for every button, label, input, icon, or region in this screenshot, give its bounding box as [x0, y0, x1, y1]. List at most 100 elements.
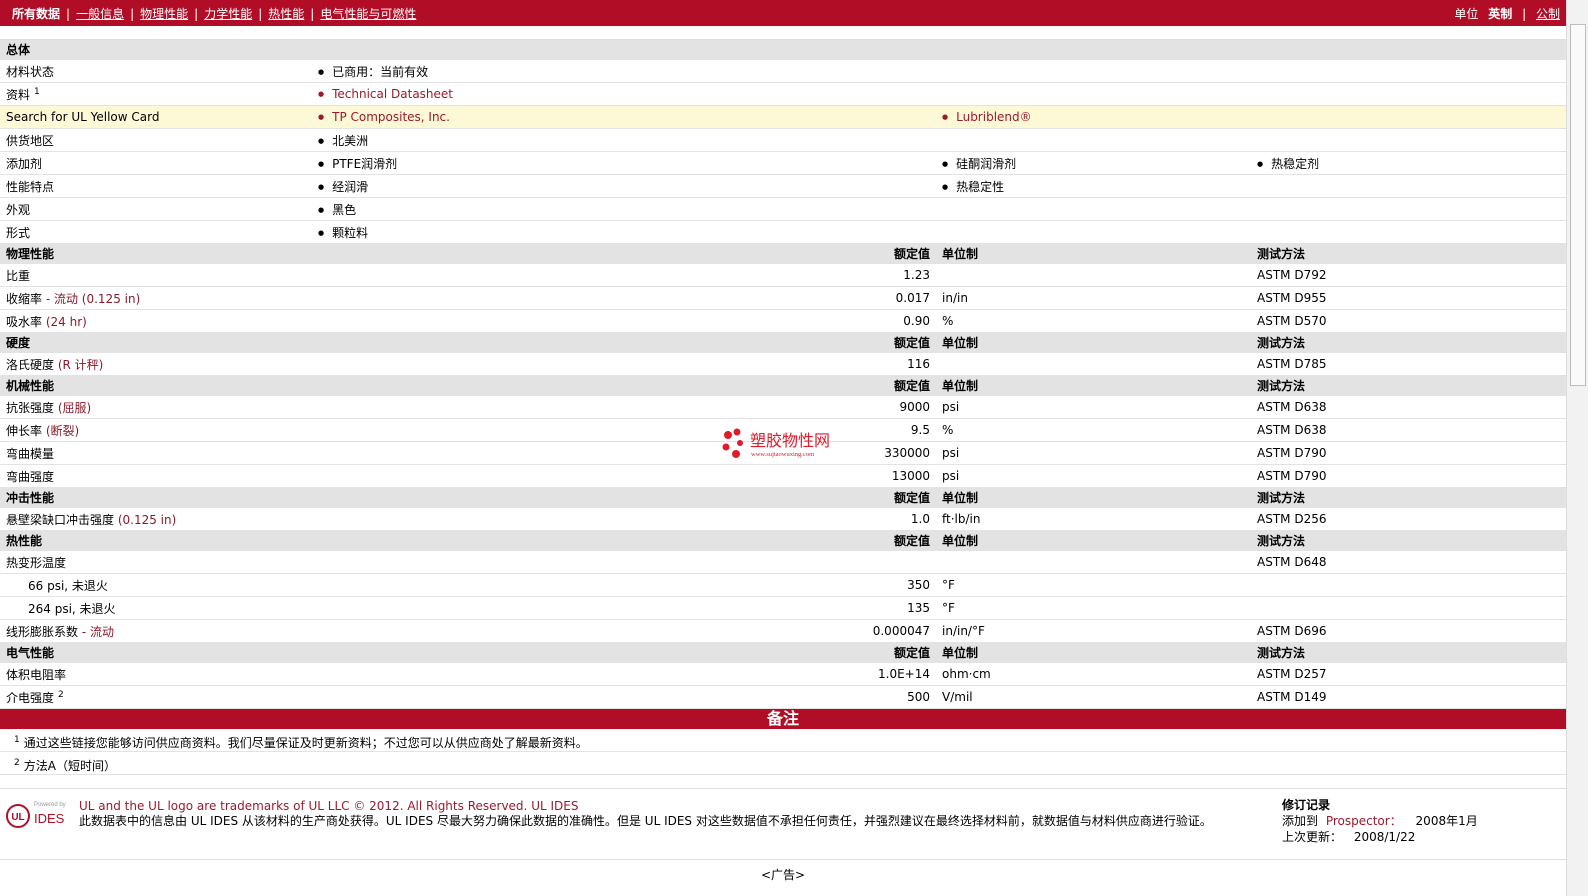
property-value: 116 [728, 352, 936, 376]
nav-separator: | [130, 6, 135, 21]
property-name: 悬壁梁缺口冲击强度 [6, 512, 115, 527]
property-method: ASTM D149 [1251, 685, 1567, 709]
datasheet-table: 总体材料状态 已商用：当前有效资料1 Technical Datasheet Sear… [0, 40, 1567, 709]
revision-title: 修订记录 [1282, 798, 1331, 812]
disclaimer-text: 此数据表中的信息由 UL IDES 从该材料的生产商处获得。UL IDES 尽最… [79, 814, 1212, 828]
general-label: 添加剂 [0, 151, 312, 175]
svg-text:塑胶物性网: 塑胶物性网 [750, 431, 830, 450]
general-row: 形式 颗粒料 [0, 220, 1567, 244]
property-name: 弯曲模量 [6, 446, 55, 461]
tab-4[interactable]: 热性能 [268, 7, 304, 21]
general-value-cell [1251, 128, 1567, 152]
general-value-cell: 颗粒料 [312, 220, 936, 244]
general-value-cell: TP Composites, Inc. [312, 105, 936, 129]
general-value-cell: 已商用：当前有效 [312, 59, 936, 83]
property-method [1251, 573, 1567, 597]
property-name: 弯曲强度 [6, 469, 55, 484]
ad-label: <广告> [760, 868, 806, 882]
section-title: 电气性能 [0, 642, 728, 663]
property-row: 收缩率 - 流动 (0.125 in) 0.017 in/in ASTM D955 [0, 286, 1567, 310]
tab-5[interactable]: 电气性能与可燃性 [320, 7, 416, 21]
section-title: 热性能 [0, 530, 728, 551]
label-text: 形式 [6, 225, 31, 240]
unit-metric-link[interactable]: 公制 [1536, 7, 1560, 21]
prospector-link[interactable]: Prospector： [1326, 814, 1402, 828]
value-link[interactable]: Lubriblend® [942, 110, 1032, 124]
property-value: 13000 [728, 464, 936, 488]
general-value-cell: PTFE润滑剂 [312, 151, 936, 175]
property-method: ASTM D696 [1251, 619, 1567, 643]
property-label: 体积电阻率 [0, 662, 728, 686]
general-row: 添加剂 PTFE润滑剂 硅酮润滑剂 热稳定剂 [0, 151, 1567, 175]
tab-3[interactable]: 力学性能 [204, 7, 252, 21]
property-label: 比重 [0, 263, 728, 287]
property-method: ASTM D790 [1251, 464, 1567, 488]
property-method: ASTM D638 [1251, 395, 1567, 419]
ul-ides-link[interactable]: UL IDES [531, 799, 578, 813]
general-value-cell [936, 59, 1251, 83]
col-value-header: 额定值 [728, 487, 936, 508]
section-title: 物理性能 [0, 243, 728, 264]
property-label: 吸水率 (24 hr) [0, 309, 728, 333]
general-value-cell [936, 128, 1251, 152]
property-name: 264 psi, 未退火 [28, 601, 116, 616]
tab-0[interactable]: 所有数据 [12, 7, 60, 21]
general-value-cell: Lubriblend® [936, 105, 1251, 129]
note-number: 1 [14, 735, 20, 745]
property-condition: - 流动 [78, 624, 114, 639]
property-unit: in/in/°F [936, 619, 1251, 643]
tab-1[interactable]: 一般信息 [76, 7, 124, 21]
footnote-ref: 2 [58, 689, 64, 700]
property-label: 抗张强度 (屈服) [0, 395, 728, 419]
property-label: 264 psi, 未退火 [0, 596, 728, 620]
property-unit [936, 550, 1251, 574]
section-header: 电气性能 额定值 单位制 测试方法 [0, 642, 1567, 663]
label-text: 材料状态 [6, 64, 55, 79]
property-unit: ft·lb/in [936, 507, 1251, 531]
general-value-cell [1251, 220, 1567, 244]
property-row: 比重 1.23 ASTM D792 [0, 263, 1567, 287]
general-value-cell [1251, 197, 1567, 221]
copyright-text: UL and the UL logo are trademarks of UL … [79, 799, 528, 813]
svg-text:UL: UL [11, 812, 24, 823]
general-value-cell: Technical Datasheet [312, 82, 936, 106]
label-text: 供货地区 [6, 133, 55, 148]
value-link[interactable]: TP Composites, Inc. [318, 110, 450, 124]
section-title: 总体 [0, 40, 1567, 60]
tab-2[interactable]: 物理性能 [140, 7, 188, 21]
property-condition: (屈服) [54, 400, 92, 415]
value-link[interactable]: Technical Datasheet [318, 87, 453, 101]
property-method: ASTM D257 [1251, 662, 1567, 686]
note-item: 1 通过这些链接您能够访问供应商资料。我们尽量保证及时更新资料；不过您可以从供应商… [0, 729, 1566, 752]
col-unit-header: 单位制 [936, 530, 1251, 551]
property-method: ASTM D256 [1251, 507, 1567, 531]
label-text: 资料 [6, 87, 31, 102]
property-condition: (断裂) [42, 423, 80, 438]
general-label: 材料状态 [0, 59, 312, 83]
property-name: 洛氏硬度 [6, 357, 55, 372]
property-value: 0.90 [728, 309, 936, 333]
property-row: 吸水率 (24 hr) 0.90% ASTM D570 [0, 309, 1567, 333]
property-unit: % [936, 418, 1251, 442]
property-row: 抗张强度 (屈服) 9000 psi ASTM D638 [0, 395, 1567, 419]
section-header: 冲击性能 额定值 单位制 测试方法 [0, 487, 1567, 508]
added-date: 2008年1月 [1415, 814, 1478, 828]
scrollbar-thumb[interactable] [1570, 24, 1586, 386]
section-title: 硬度 [0, 332, 728, 353]
general-value-cell [1251, 82, 1567, 106]
property-label: 洛氏硬度 (R 计秤) [0, 352, 728, 376]
property-name: 线形膨胀系数 [6, 624, 79, 639]
property-unit: psi [936, 441, 1251, 465]
property-name: 吸水率 [6, 314, 43, 329]
property-value [728, 550, 936, 574]
watermark: 塑胶物性网 www.sujiaowuxing.com [722, 428, 830, 458]
property-value: 1.0 [728, 507, 936, 531]
general-label: 外观 [0, 197, 312, 221]
property-row: 线形膨胀系数 - 流动 0.000047 in/in/°F ASTM D696 [0, 619, 1567, 643]
property-row: 264 psi, 未退火 135 °F [0, 596, 1567, 620]
property-method: ASTM D570 [1251, 309, 1567, 333]
unit-imperial[interactable]: 英制 [1488, 7, 1512, 21]
general-label: Search for UL Yellow Card [0, 105, 312, 129]
property-name: 收缩率 [6, 291, 43, 306]
general-label: 供货地区 [0, 128, 312, 152]
